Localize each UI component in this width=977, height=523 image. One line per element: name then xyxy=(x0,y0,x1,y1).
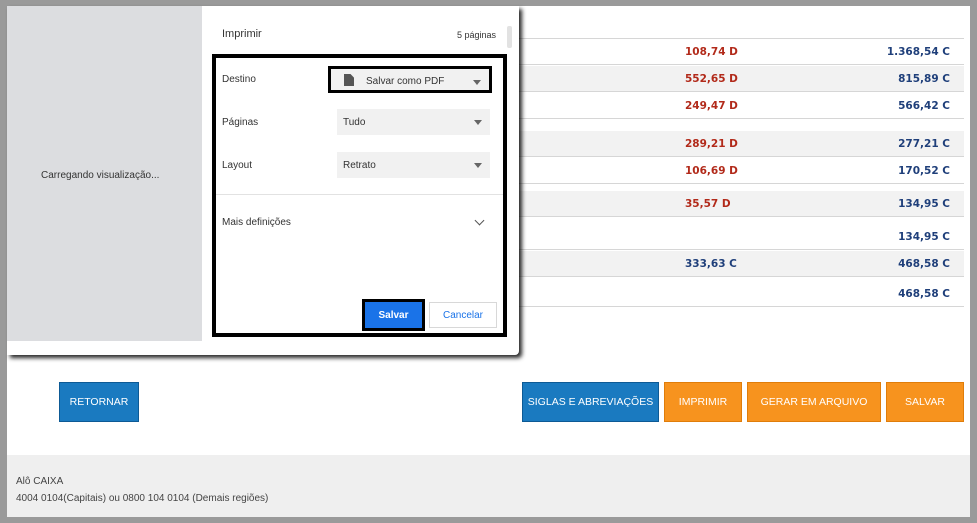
row-debit: 552,65 D xyxy=(685,73,738,85)
abbreviations-button[interactable]: SIGLAS E ABREVIAÇÕES xyxy=(522,382,659,422)
row-debit: 289,21 D xyxy=(685,138,738,150)
print-button[interactable]: IMPRIMIR xyxy=(664,382,742,422)
row-debit: 35,57 D xyxy=(685,198,731,210)
print-preview: Carregando visualização... xyxy=(7,6,202,341)
row-balance: 134,95 C xyxy=(898,198,950,210)
statement-page: 108,74 D 1.368,54 C 552,65 D 815,89 C 24… xyxy=(7,6,970,517)
row-debit: 108,74 D xyxy=(685,46,738,58)
row-credit: 333,63 C xyxy=(685,258,737,270)
row-debit: 249,47 D xyxy=(685,100,738,112)
preview-loading-text: Carregando visualização... xyxy=(41,170,160,181)
generate-file-button[interactable]: GERAR EM ARQUIVO xyxy=(747,382,881,422)
row-balance: 815,89 C xyxy=(898,73,950,85)
footer-phones: 4004 0104(Capitais) ou 0800 104 0104 (De… xyxy=(16,493,269,504)
row-balance: 566,42 C xyxy=(898,100,950,112)
print-dialog: Carregando visualização... Imprimir 5 pá… xyxy=(7,6,523,360)
panel-scrollbar[interactable] xyxy=(507,26,512,48)
save-page-button[interactable]: SALVAR xyxy=(886,382,964,422)
page-count: 5 páginas xyxy=(456,30,496,40)
row-balance: 468,58 C xyxy=(898,288,950,300)
settings-highlight-box xyxy=(212,54,507,337)
row-balance: 468,58 C xyxy=(898,258,950,270)
row-balance: 1.368,54 C xyxy=(886,46,950,58)
row-balance: 277,21 C xyxy=(898,138,950,150)
return-button[interactable]: RETORNAR xyxy=(59,382,139,422)
row-balance: 170,52 C xyxy=(898,165,950,177)
print-dialog-title: Imprimir xyxy=(222,28,262,40)
footer: Alô CAIXA 4004 0104(Capitais) ou 0800 10… xyxy=(7,455,970,517)
row-debit: 106,69 D xyxy=(685,165,738,177)
footer-title: Alô CAIXA xyxy=(16,476,64,487)
row-balance: 134,95 C xyxy=(898,231,950,243)
